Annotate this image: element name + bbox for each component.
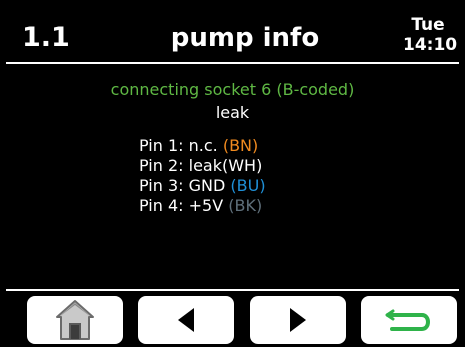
home-button[interactable] xyxy=(27,296,123,344)
header-bar: 1.1 pump info Tue 14:10 xyxy=(0,0,465,60)
next-button[interactable] xyxy=(250,296,346,344)
pin-row-3: Pin 3: GND (BU) xyxy=(139,176,266,196)
sensor-label: leak xyxy=(215,103,250,122)
pin-text: Pin 3: GND xyxy=(139,176,231,195)
footer-divider xyxy=(6,289,459,291)
day-label: Tue xyxy=(411,15,445,35)
header-divider xyxy=(6,62,459,64)
previous-button[interactable] xyxy=(138,296,234,344)
pin-text: Pin 1: n.c. xyxy=(139,136,223,155)
pin-row-1: Pin 1: n.c. (BN) xyxy=(139,136,266,156)
menu-number: 1.1 xyxy=(22,22,70,53)
time-label: 14:10 xyxy=(403,35,458,55)
page-title: pump info xyxy=(170,23,320,53)
pin-color-code: (BU) xyxy=(230,176,266,195)
arrow-right-icon xyxy=(290,308,306,332)
home-icon xyxy=(56,300,94,340)
back-return-icon xyxy=(385,309,430,331)
pin-text: Pin 4: +5V xyxy=(139,196,229,215)
pin-row-4: Pin 4: +5V (BK) xyxy=(139,196,266,216)
pin-row-2: Pin 2: leak(WH) xyxy=(139,156,266,176)
socket-heading: connecting socket 6 (B-coded) xyxy=(110,80,355,99)
return-button[interactable] xyxy=(361,296,457,344)
pin-list: Pin 1: n.c. (BN) Pin 2: leak(WH) Pin 3: … xyxy=(139,136,266,216)
pin-text: Pin 2: leak(WH) xyxy=(139,156,263,175)
arrow-left-icon xyxy=(178,308,194,332)
pin-color-code: (BK) xyxy=(228,196,263,215)
pin-color-code: (BN) xyxy=(222,136,259,155)
